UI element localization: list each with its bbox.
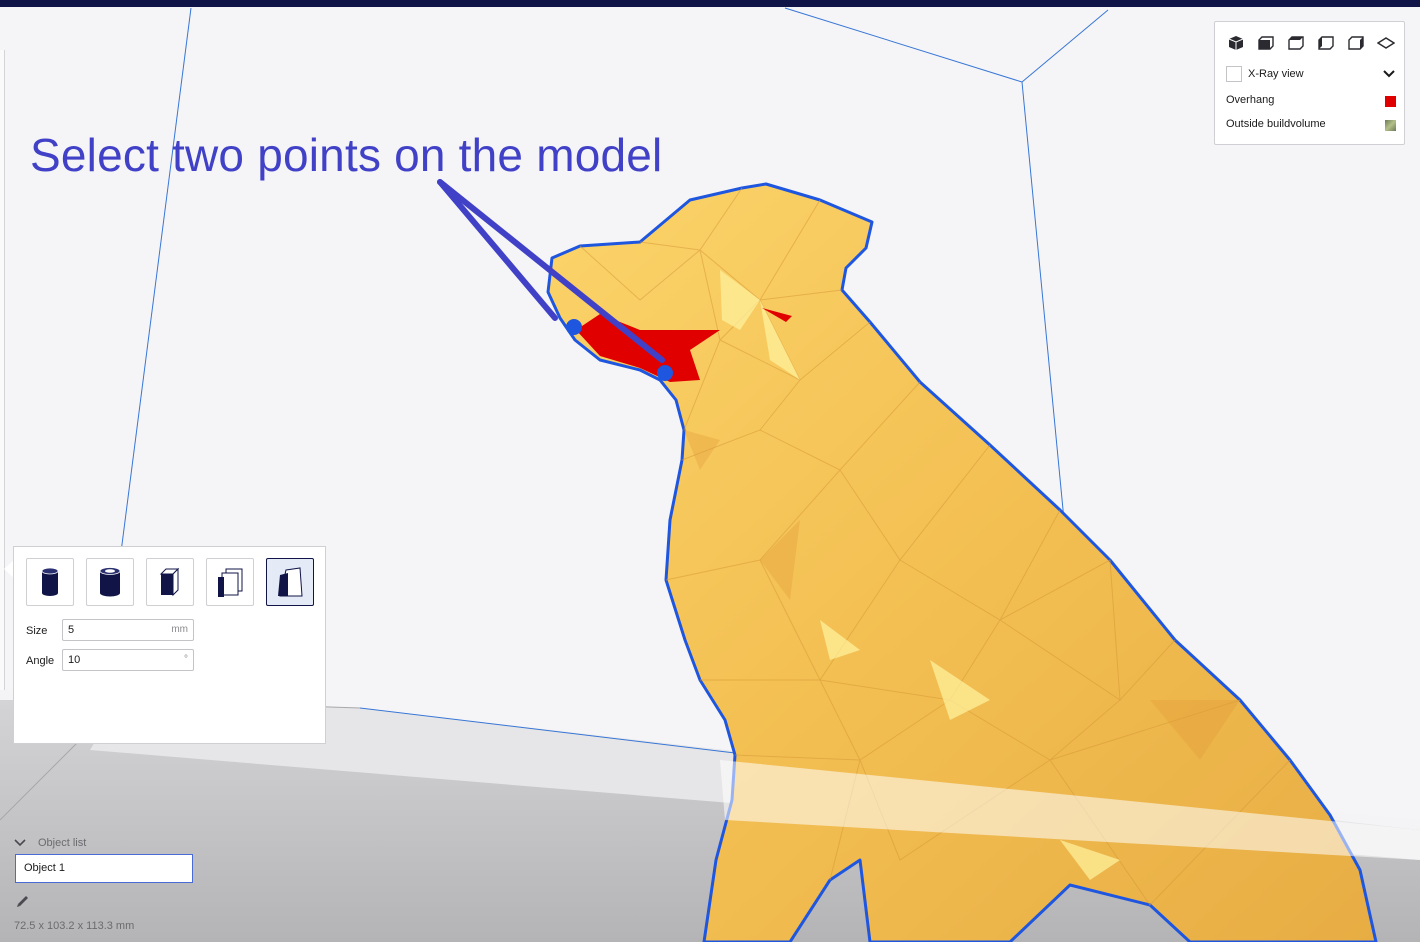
xray-view-toggle[interactable]: X-Ray view <box>1226 65 1396 83</box>
outside-buildvolume-swatch <box>1385 120 1396 131</box>
size-value: 5 <box>68 624 75 636</box>
angle-label: Angle <box>26 655 55 667</box>
object-dimensions: 72.5 x 103.2 x 113.3 mm <box>14 920 135 932</box>
xray-view-checkbox[interactable] <box>1226 66 1242 82</box>
line-icon <box>278 567 303 597</box>
legend-item-overhang: Overhang <box>1226 94 1396 110</box>
legend-label: Outside buildvolume <box>1226 118 1326 130</box>
right-view-icon[interactable] <box>1347 34 1365 52</box>
perspective-toggle-icon[interactable] <box>1376 34 1396 52</box>
front-view-icon[interactable] <box>1257 34 1275 52</box>
3d-view-icon[interactable] <box>1227 34 1245 52</box>
point-marker-b <box>657 365 673 381</box>
object-list-toggle[interactable]: Object list <box>14 835 86 851</box>
annotation-text: Select two points on the model <box>30 129 663 181</box>
abutment-support-button[interactable] <box>206 558 254 606</box>
cube-support-button[interactable] <box>146 558 194 606</box>
point-marker-a <box>566 319 582 335</box>
object-list-label: Object list <box>38 837 87 849</box>
pencil-icon[interactable] <box>15 893 31 909</box>
left-view-icon[interactable] <box>1317 34 1335 52</box>
size-input[interactable]: 5 mm <box>62 619 194 641</box>
tube-support-button[interactable] <box>86 558 134 606</box>
line-support-button[interactable] <box>266 558 314 606</box>
top-view-icon[interactable] <box>1287 34 1305 52</box>
top-bar <box>0 0 1420 7</box>
size-unit: mm <box>171 624 188 635</box>
overhang-swatch <box>1385 96 1396 107</box>
tube-icon <box>99 567 121 597</box>
cylinder-support-button[interactable] <box>26 558 74 606</box>
chevron-down-icon <box>14 839 26 847</box>
cylinder-icon <box>41 567 59 596</box>
angle-value: 10 <box>68 654 81 666</box>
object-list-item[interactable]: Object 1 <box>15 854 193 883</box>
abutment-icon <box>218 568 243 597</box>
size-label: Size <box>26 625 48 637</box>
support-tool-panel: Size 5 mm Angle 10 ° <box>13 546 326 744</box>
camera-view-buttons <box>1227 34 1396 52</box>
angle-unit: ° <box>184 654 188 665</box>
angle-input[interactable]: 10 ° <box>62 649 194 671</box>
left-toolbar-edge <box>0 50 5 690</box>
xray-view-label: X-Ray view <box>1248 68 1304 80</box>
cube-icon <box>159 567 180 597</box>
view-panel: X-Ray view Overhang Outside buildvolume <box>1214 21 1405 145</box>
legend-label: Overhang <box>1226 94 1275 106</box>
chevron-down-icon[interactable] <box>1382 66 1396 80</box>
legend-item-outside-buildvolume: Outside buildvolume <box>1226 118 1396 134</box>
